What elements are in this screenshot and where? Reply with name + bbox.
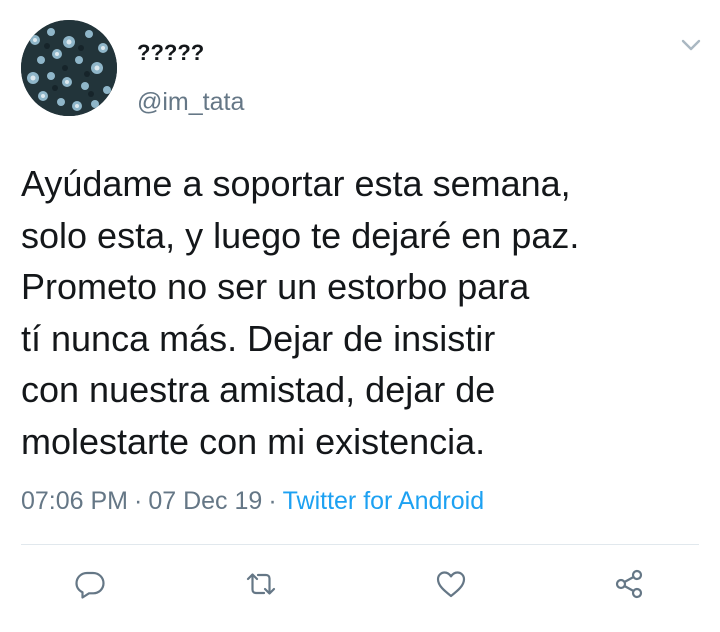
retweet-icon[interactable]: [243, 566, 279, 602]
tweet-date: 07 Dec 19: [148, 487, 263, 515]
tweet-time: 07:06 PM: [21, 487, 129, 515]
user-handle[interactable]: @im_tata: [137, 88, 244, 117]
tweet-source-link[interactable]: Twitter for Android: [283, 487, 484, 515]
chevron-down-icon[interactable]: [678, 34, 704, 56]
share-icon[interactable]: [611, 566, 647, 602]
display-name[interactable]: ?????: [137, 40, 204, 66]
divider: [21, 544, 699, 545]
tweet-meta: 07:06 PM · 07 Dec 19 · Twitter for Android: [21, 487, 484, 516]
reply-icon[interactable]: [72, 566, 108, 602]
tweet-text: Ayúdame a soportar esta semana, solo est…: [21, 163, 580, 462]
heart-icon[interactable]: [433, 566, 469, 602]
meta-separator: ·: [268, 487, 277, 515]
avatar[interactable]: [21, 20, 117, 116]
avatar-flower-pattern: [21, 20, 117, 116]
meta-separator: ·: [134, 487, 143, 515]
